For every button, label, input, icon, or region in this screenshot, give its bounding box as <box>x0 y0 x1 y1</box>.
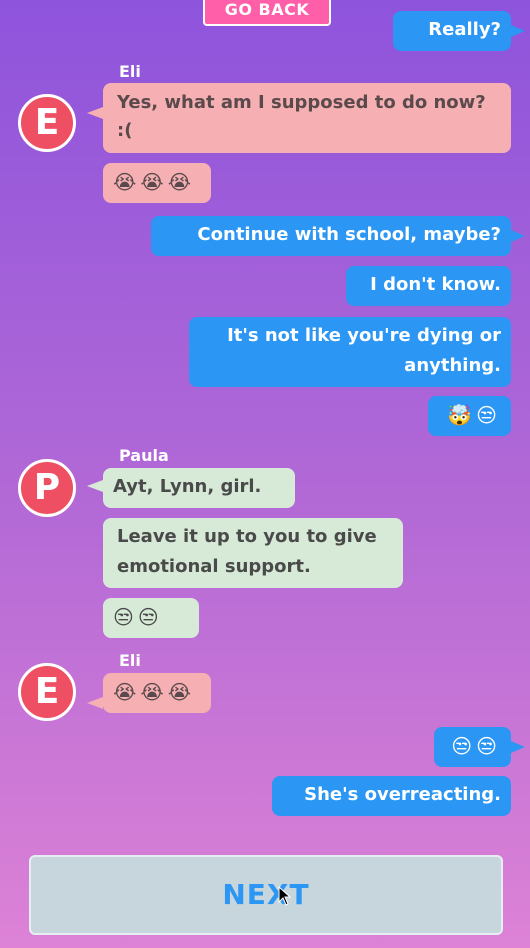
go-back-button[interactable]: GO BACK <box>203 0 331 26</box>
eli-message: Yes, what am I supposed to do now? :( <box>87 83 511 153</box>
sender-name-eli: Eli <box>119 651 141 670</box>
avatar-eli: E <box>18 663 76 721</box>
paula-message: Ayt, Lynn, girl. <box>87 468 295 508</box>
outgoing-message: She's overreacting. <box>272 776 511 816</box>
outgoing-emoji-message: 🤯😒 <box>428 396 511 436</box>
avatar-eli: E <box>18 94 76 152</box>
mouse-cursor-icon <box>278 886 292 906</box>
outgoing-message: I don't know. <box>346 266 511 306</box>
outgoing-message: Continue with school, maybe? <box>151 216 525 256</box>
next-button[interactable]: NEXT <box>29 855 503 935</box>
outgoing-message: Really? <box>393 11 525 51</box>
eli-emoji-message: 😭😭😭 <box>87 673 211 713</box>
sender-name-paula: Paula <box>119 446 169 465</box>
outgoing-emoji-message: 😒😒 <box>434 727 525 767</box>
outgoing-message: It's not like you're dying or anything. <box>189 317 511 387</box>
paula-message: Leave it up to you to give emotional sup… <box>103 518 403 588</box>
avatar-paula: P <box>18 459 76 517</box>
paula-emoji-message: 😒😒 <box>103 598 199 638</box>
eli-emoji-message: 😭😭😭 <box>103 163 211 203</box>
sender-name-eli: Eli <box>119 62 141 81</box>
